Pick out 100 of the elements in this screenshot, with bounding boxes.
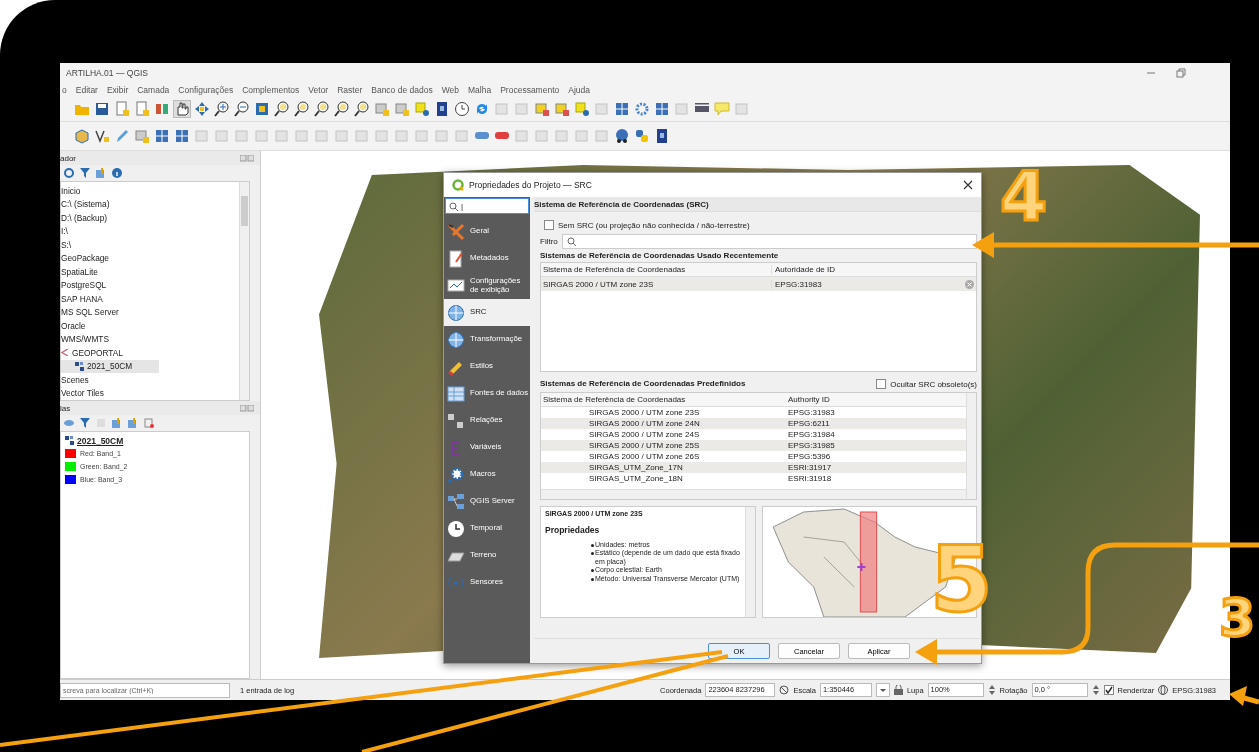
menu-item[interactable]: Ajuda	[568, 85, 590, 95]
collapse-icon[interactable]	[96, 168, 106, 178]
mouse-crs-icon[interactable]	[779, 685, 790, 695]
scrollbar[interactable]	[966, 393, 976, 499]
menu-item[interactable]: Malha	[468, 85, 492, 95]
table-cell[interactable]: SIRGAS_UTM_Zone_17N	[541, 463, 788, 472]
filter-field[interactable]	[561, 233, 977, 249]
hand-icon[interactable]	[174, 101, 190, 117]
document-icon[interactable]	[134, 101, 150, 117]
grid-icon[interactable]	[614, 101, 630, 117]
table-cell[interactable]: EPSG:31985	[788, 441, 966, 450]
table-cell[interactable]: ESRI:31918	[788, 474, 966, 483]
gear-icon[interactable]	[634, 101, 650, 117]
pan-icon[interactable]	[194, 101, 210, 117]
menu-item[interactable]: o	[62, 85, 67, 95]
menu-item[interactable]: Editar	[75, 85, 98, 95]
table-cell[interactable]: SIRGAS 2000 / UTM zone 25S	[541, 441, 788, 450]
spin-arrows-icon[interactable]	[987, 684, 996, 696]
layer-icon[interactable]	[134, 128, 150, 144]
tree-item[interactable]: Oracle	[61, 320, 86, 331]
table-cell[interactable]: ESRI:31917	[788, 463, 966, 472]
menu-item[interactable]: Raster	[337, 85, 363, 95]
pin-icon[interactable]	[574, 101, 590, 117]
cube-icon[interactable]	[74, 128, 90, 144]
tree-item[interactable]: C:\ (Sistema)	[61, 199, 110, 210]
tree-item[interactable]: GEOPORTAL	[72, 347, 123, 358]
panel-buttons-icon[interactable]	[240, 154, 254, 162]
tools-icon[interactable]	[154, 101, 170, 117]
info-icon[interactable]	[112, 168, 122, 178]
remove-icon[interactable]	[964, 279, 974, 289]
table-cell[interactable]: EPSG:31984	[788, 430, 966, 439]
table-cell[interactable]: SIRGAS_UTM_Zone_18N	[541, 474, 788, 483]
magnifier-icon[interactable]	[334, 101, 350, 117]
table-cell[interactable]: EPSG:31983	[772, 279, 962, 289]
tree-item[interactable]: 2021_50CM	[87, 361, 133, 372]
table-cell[interactable]: SIRGAS 2000 / UTM zone 24N	[541, 419, 788, 428]
no-crs-checkbox[interactable]	[544, 220, 554, 230]
scrollbar[interactable]	[541, 489, 966, 499]
tree-item[interactable]: MS SQL Server	[61, 307, 119, 318]
filter-icon[interactable]	[80, 168, 90, 178]
expand-all-icon[interactable]	[112, 418, 122, 428]
table-cell[interactable]: SIRGAS 2000 / UTM zone 24S	[541, 430, 788, 439]
python-icon[interactable]	[634, 128, 650, 144]
column-header[interactable]: Autoridade de ID	[772, 265, 962, 274]
menu-item[interactable]: Configurações	[178, 85, 234, 95]
pin-icon[interactable]	[414, 101, 430, 117]
grid-icon[interactable]	[654, 101, 670, 117]
table-cell[interactable]: SIRGAS 2000 / UTM zone 23S	[541, 279, 772, 289]
table-cell[interactable]: EPSG:5396	[788, 452, 966, 461]
zoom-out-icon[interactable]	[234, 101, 250, 117]
magnifier-icon[interactable]	[314, 101, 330, 117]
grid-icon[interactable]	[154, 128, 170, 144]
refresh-icon[interactable]	[64, 168, 74, 178]
layer-icon[interactable]	[394, 101, 410, 117]
magnifier-icon[interactable]	[274, 101, 290, 117]
spin-arrows-icon[interactable]	[1091, 684, 1100, 696]
section-search-field[interactable]: |	[445, 198, 529, 214]
tree-item[interactable]: D:\ (Backup)	[61, 212, 108, 223]
tree-item[interactable]: GeoPackage	[61, 253, 109, 264]
magnifier-icon[interactable]	[354, 101, 370, 117]
tree-item[interactable]: S:\	[61, 239, 72, 250]
tree-item[interactable]: I:\	[61, 226, 68, 237]
hide-deprecated-checkbox[interactable]	[876, 379, 887, 389]
table-cell[interactable]: SIRGAS 2000 / UTM zone 23S	[541, 408, 788, 417]
tree-item[interactable]: WMS/WMTS	[61, 334, 109, 345]
render-checkbox[interactable]	[1103, 685, 1114, 695]
vertex-icon[interactable]	[94, 128, 110, 144]
scrollbar[interactable]	[745, 507, 755, 617]
menu-item[interactable]: Processamento	[500, 85, 560, 95]
column-header[interactable]: Sistema de Referência de Coordenadas	[541, 395, 788, 404]
scrollbar[interactable]	[239, 182, 249, 400]
menu-item[interactable]: Complementos	[242, 85, 300, 95]
lock-icon[interactable]	[893, 685, 903, 695]
filter-icon[interactable]	[80, 418, 90, 428]
table-cell[interactable]: SIRGAS 2000 / UTM zone 26S	[541, 452, 788, 461]
menu-item[interactable]: Exibir	[106, 85, 129, 95]
menu-item[interactable]: Web	[441, 85, 460, 95]
table-cell[interactable]: EPSG:31983	[788, 408, 966, 417]
column-header[interactable]: Sistema de Referência de Coordenadas	[541, 265, 772, 274]
menu-item[interactable]: Camada	[137, 85, 170, 95]
zoom-in-icon[interactable]	[214, 101, 230, 117]
dropdown-caret-icon[interactable]	[875, 683, 890, 697]
menu-item[interactable]: Vetor	[308, 85, 329, 95]
full-extent-icon[interactable]	[254, 101, 270, 117]
magnifier-icon[interactable]	[294, 101, 310, 117]
collapse-all-icon[interactable]	[128, 418, 138, 428]
tree-item[interactable]: Vector Tiles	[61, 388, 104, 399]
tree-item[interactable]: Scenes	[61, 374, 89, 385]
menu-item[interactable]: Banco de dados	[371, 85, 433, 95]
tree-item[interactable]: Inicio	[61, 185, 81, 196]
layer-icon[interactable]	[534, 101, 550, 117]
refresh-icon[interactable]	[474, 101, 490, 117]
eye-icon[interactable]	[64, 418, 74, 428]
tree-item[interactable]: SpatiaLite	[61, 266, 98, 277]
clock-icon[interactable]	[454, 101, 470, 117]
book-icon[interactable]	[654, 128, 670, 144]
panel-buttons-icon[interactable]	[240, 404, 254, 412]
column-header[interactable]: Authority ID	[788, 395, 966, 404]
grid-icon[interactable]	[174, 128, 190, 144]
tree-item[interactable]: SAP HANA	[61, 293, 103, 304]
